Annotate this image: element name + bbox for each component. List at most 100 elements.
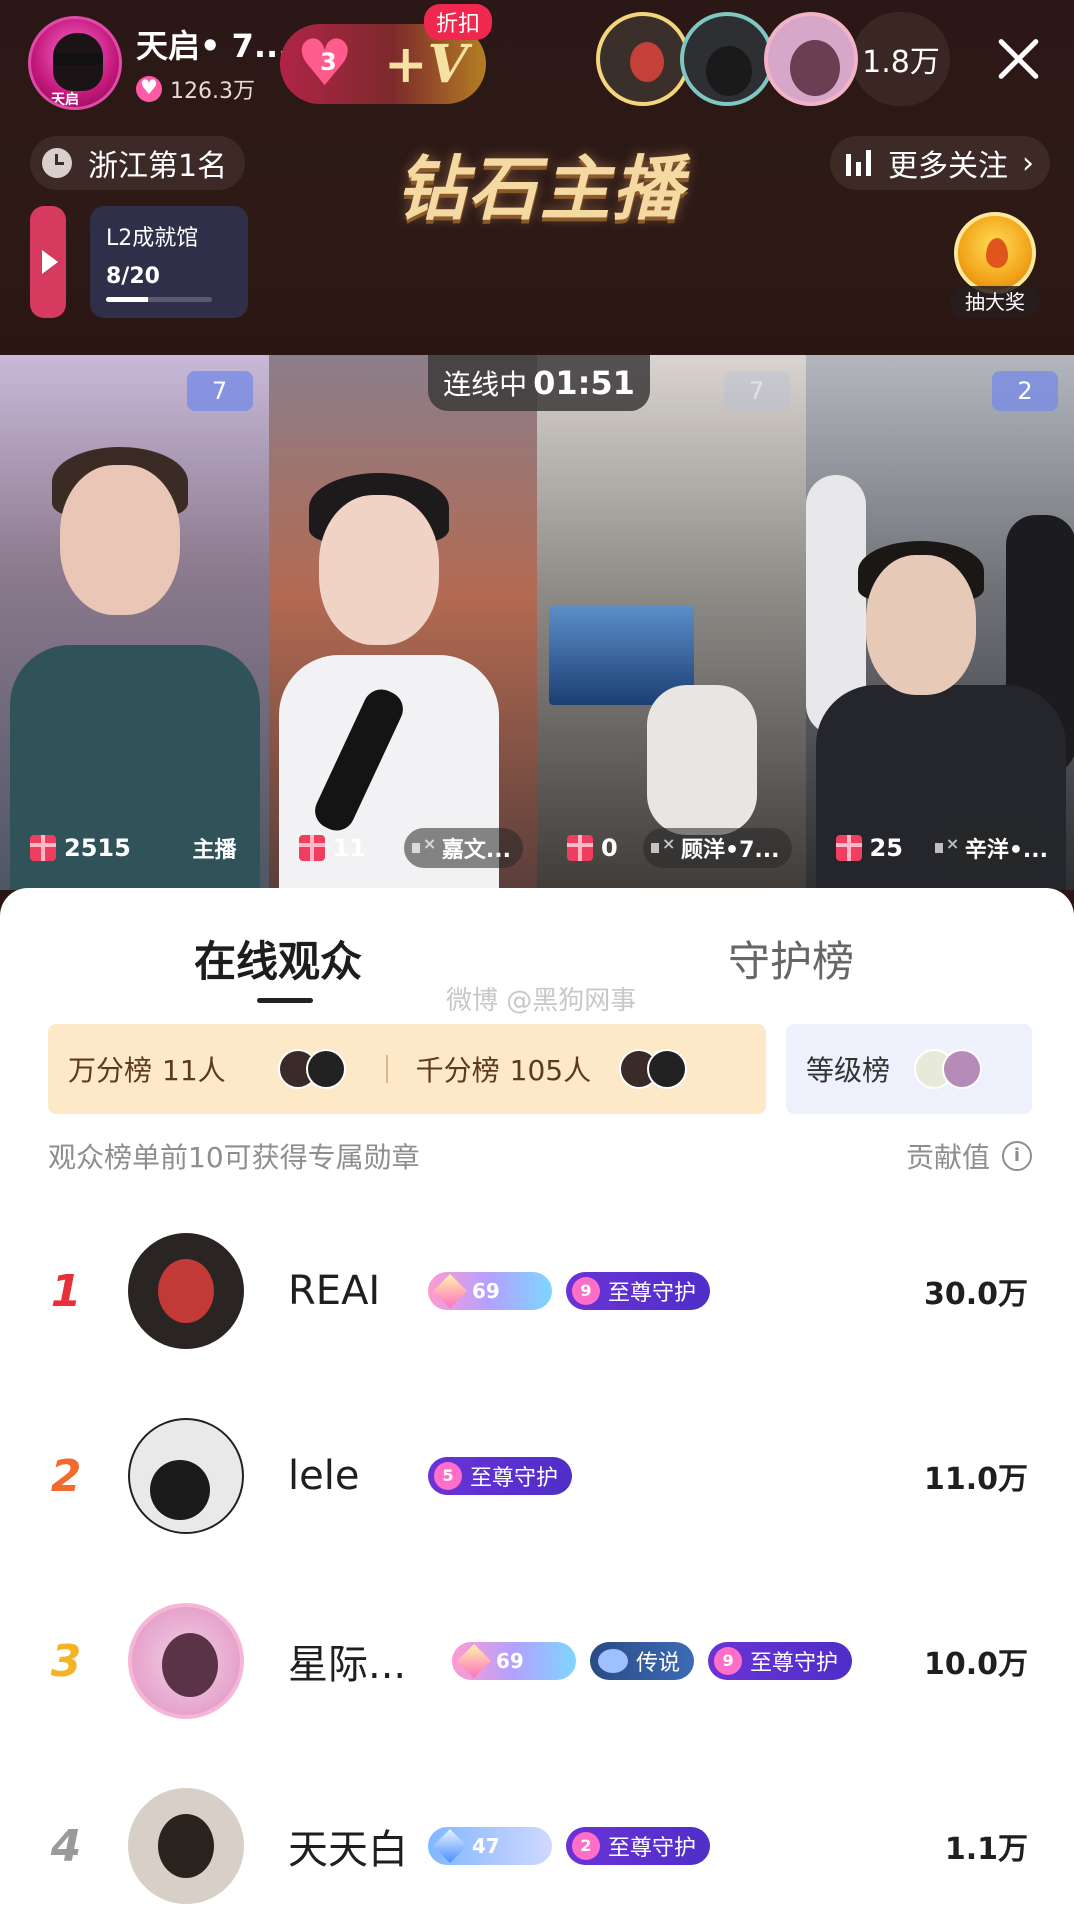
qian-board[interactable]: 千分榜 105人 — [415, 1049, 688, 1089]
region-rank-button[interactable]: 浙江第1名 — [30, 136, 246, 190]
level-badge: 69 — [428, 1272, 552, 1310]
rank-number: 4 — [50, 1820, 82, 1872]
lottery-label: 抽大奖 — [950, 286, 1040, 318]
avatar[interactable] — [128, 1418, 244, 1534]
mute-icon — [651, 834, 675, 858]
viewer-avatar[interactable] — [680, 12, 774, 106]
badge-group: 5 至尊守护 — [428, 1457, 586, 1495]
wan-board-count: 11人 — [162, 1054, 226, 1087]
user-name: 星际... — [288, 1642, 407, 1688]
gem-icon — [433, 1829, 467, 1863]
guard-label: 至尊守护 — [470, 1466, 559, 1491]
rank-number: 1 — [50, 1265, 82, 1317]
user-name: 天天白 — [288, 1827, 408, 1873]
host-name: 天启• 7... — [136, 27, 291, 65]
contribution-score: 11.0万 — [923, 1462, 1028, 1497]
tab-online-audience[interactable]: 在线观众 — [194, 928, 362, 989]
tab-guard-board[interactable]: 守护榜 — [728, 928, 854, 989]
gift-count[interactable]: 25 — [835, 834, 903, 862]
level-board-label: 等级榜 — [806, 1054, 891, 1087]
level-board-button[interactable]: 等级榜 — [786, 1024, 1032, 1114]
slot-badge: 7 — [186, 371, 253, 411]
level-value: 47 — [472, 1834, 500, 1858]
live-header: 天启 天启• 7... 126.3万 ♥3 +V 折扣 1.8万 浙江第1名 钻… — [0, 0, 1074, 355]
slot-badge: 7 — [723, 371, 790, 411]
achievement-card[interactable]: L2成就馆 8/20 — [90, 206, 248, 318]
active-tab-indicator — [257, 998, 313, 1003]
contribution-label: 贡献值 — [905, 1141, 990, 1174]
gift-count[interactable]: 11 — [298, 834, 366, 862]
contribution-header[interactable]: 贡献值 i — [906, 1136, 1032, 1176]
host-likes-value: 126.3万 — [170, 79, 255, 104]
list-item[interactable]: 1 REAI 69 9 至尊守护 30.0万 — [0, 1226, 1074, 1356]
close-icon[interactable] — [994, 34, 1042, 82]
gift-icon — [835, 835, 862, 861]
more-follow-button[interactable]: 更多关注 › — [830, 136, 1050, 190]
lottery-button[interactable]: 抽大奖 — [950, 212, 1040, 318]
achievement-title: L2成就馆 — [106, 226, 199, 251]
guard-level: 9 — [572, 1277, 600, 1305]
cell-name-pill[interactable]: 顾洋•7... — [643, 828, 792, 868]
badge-group: 69 传说 9 至尊守护 — [452, 1642, 866, 1680]
top-viewers[interactable]: 1.8万 — [596, 12, 950, 106]
gift-count[interactable]: 2515 — [30, 834, 131, 862]
divider — [385, 1055, 388, 1083]
viewer-avatar[interactable] — [596, 12, 690, 106]
region-rank-label: 浙江第1名 — [88, 149, 228, 184]
link-label: 连线中 — [443, 368, 528, 401]
video-cell[interactable]: 11 嘉文... — [268, 355, 537, 890]
chevron-right-icon: › — [1022, 145, 1034, 181]
link-timer: 连线中 01:51 — [428, 355, 650, 411]
list-item[interactable]: 3 星际... 69 传说 9 至尊守护 10.0万 — [0, 1596, 1074, 1726]
fanclub-level: 3 — [320, 48, 337, 76]
avatar[interactable] — [128, 1603, 244, 1719]
level-value: 69 — [472, 1279, 500, 1303]
wan-board[interactable]: 万分榜 11人 — [68, 1049, 346, 1089]
cell-name-pill[interactable]: 辛洋•... — [926, 828, 1060, 868]
gift-count-value: 25 — [869, 834, 903, 862]
achievement-progress-fill — [106, 297, 149, 302]
host-avatar-tag: 天启 — [51, 92, 79, 108]
mute-icon — [411, 834, 436, 858]
score-board-bar: 万分榜 11人 千分榜 105人 — [48, 1024, 766, 1114]
gift-count[interactable]: 0 — [567, 834, 618, 862]
plus-v-icon: +V — [384, 33, 468, 95]
video-cell[interactable]: 7 0 顾洋•7... — [537, 355, 806, 890]
cell-name: 辛洋•... — [964, 838, 1048, 863]
guard-level: 9 — [714, 1647, 743, 1675]
contribution-score: 1.1万 — [944, 1832, 1028, 1867]
host-avatar[interactable]: 天启 — [28, 16, 122, 110]
user-name: lele — [288, 1453, 360, 1499]
gift-icon — [567, 835, 593, 861]
user-name: REAI — [288, 1268, 381, 1314]
wan-board-label: 万分榜 — [68, 1054, 153, 1087]
viewer-avatar[interactable] — [764, 12, 858, 106]
avatar[interactable] — [128, 1233, 244, 1349]
cell-name-pill[interactable]: 嘉文... — [403, 828, 523, 868]
gift-icon — [298, 835, 325, 861]
cell-name: 顾洋•7... — [681, 838, 780, 863]
lottery-icon — [954, 212, 1036, 294]
cell-name: 嘉文... — [441, 838, 511, 863]
info-icon[interactable]: i — [1002, 1141, 1032, 1171]
video-cell-host[interactable]: 7 2515 主播 — [0, 355, 269, 890]
play-icon[interactable] — [30, 206, 66, 318]
cell-name: 主播 — [192, 838, 237, 863]
guard-badge: 9 至尊守护 — [566, 1272, 711, 1310]
gift-count-value: 2515 — [64, 834, 131, 862]
gift-count-value: 0 — [601, 834, 618, 862]
list-item[interactable]: 2 lele 5 至尊守护 11.0万 — [0, 1411, 1074, 1541]
list-item[interactable]: 4 天天白 47 2 至尊守护 1.1万 — [0, 1781, 1074, 1908]
avatar[interactable] — [128, 1788, 244, 1904]
rank-number: 3 — [50, 1635, 82, 1687]
qian-board-label: 千分榜 — [415, 1054, 500, 1087]
achievement-progress-text: 8/20 — [106, 264, 160, 289]
video-cell[interactable]: 2 25 辛洋•... — [805, 355, 1074, 890]
diamond-anchor-title: 钻石主播 — [396, 146, 684, 230]
guard-badge: 5 至尊守护 — [428, 1457, 573, 1495]
gem-icon — [457, 1644, 491, 1678]
audience-sheet: 在线观众 微博 @黑狗网事 守护榜 万分榜 11人 千分榜 105人 等级榜 观… — [0, 888, 1074, 1908]
host-profile[interactable]: 天启 天启• 7... 126.3万 — [28, 16, 290, 110]
viewer-count[interactable]: 1.8万 — [852, 12, 950, 106]
heart-icon — [136, 75, 162, 102]
